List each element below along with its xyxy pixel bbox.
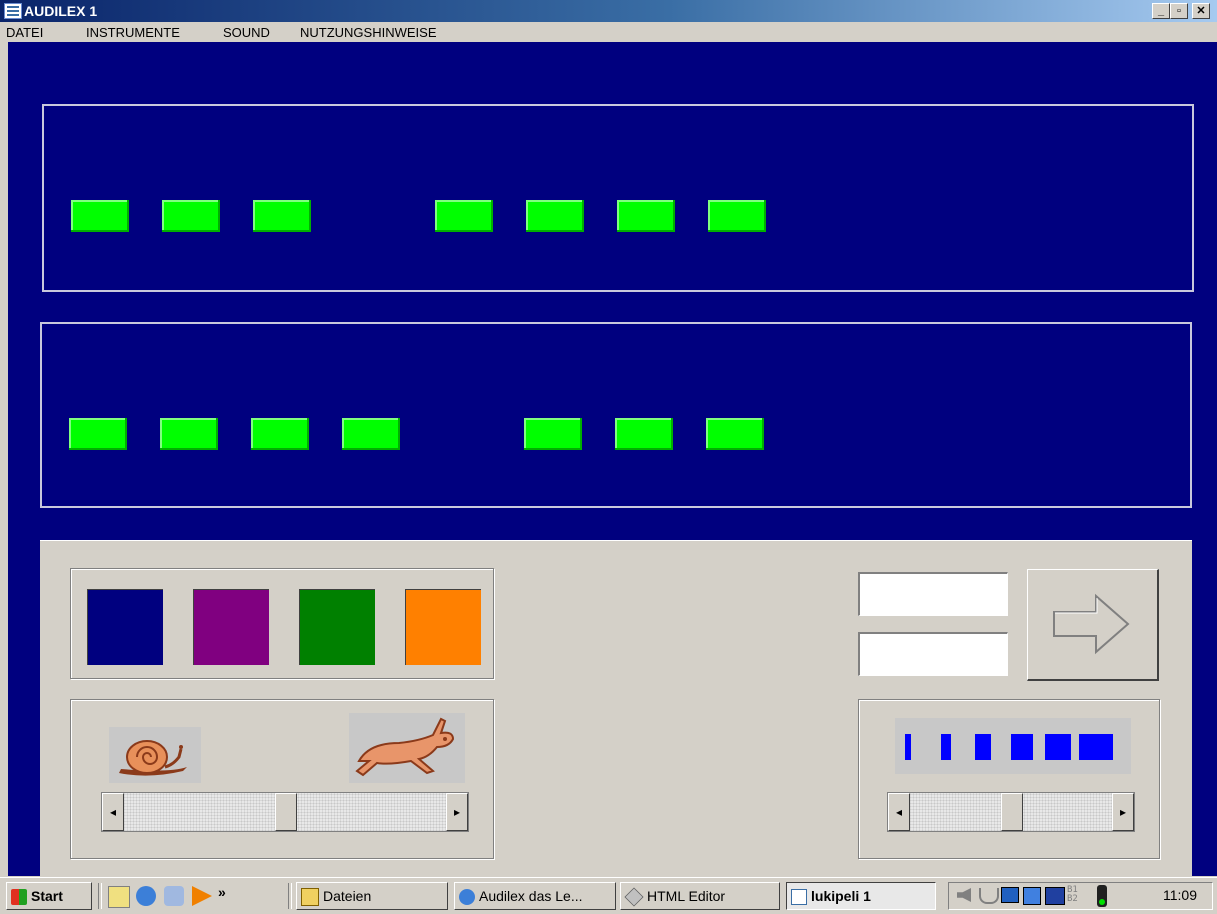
start-button[interactable]: Start	[6, 882, 92, 910]
color-swatch-orange[interactable]	[405, 589, 481, 665]
color-swatch-green[interactable]	[299, 589, 375, 665]
beat-block[interactable]	[706, 418, 764, 450]
ie-icon	[459, 889, 475, 906]
network-icon[interactable]	[979, 888, 999, 904]
b1-b2-indicator[interactable]: B1 B2	[1067, 886, 1089, 904]
color-swatch-purple[interactable]	[193, 589, 269, 665]
quicklaunch-overflow[interactable]: »	[218, 884, 226, 900]
taskbar-separator	[288, 883, 292, 909]
beat-block[interactable]	[435, 200, 493, 232]
menu-bar: DATEI INSTRUMENTE SOUND NUTZUNGSHINWEISE	[0, 22, 1217, 42]
control-panel: ◂ ▸ ◂ ▸	[40, 540, 1192, 877]
speed-slider-right-button[interactable]: ▸	[446, 793, 468, 831]
menu-datei[interactable]: DATEI	[6, 25, 43, 40]
length-mark-1	[905, 734, 911, 760]
length-indicator	[895, 718, 1131, 774]
taskbar-label: Audilex das Le...	[479, 888, 583, 904]
maximize-button[interactable]: ▫	[1170, 3, 1188, 19]
taskbar-button-html-editor[interactable]: HTML Editor	[620, 882, 780, 910]
speed-group: ◂ ▸	[70, 699, 494, 859]
length-mark-6	[1079, 734, 1113, 760]
length-mark-5	[1045, 734, 1071, 760]
clock: 11:09	[1163, 887, 1197, 903]
beat-block[interactable]	[524, 418, 582, 450]
beat-block[interactable]	[617, 200, 675, 232]
length-mark-3	[975, 734, 991, 760]
ie-icon[interactable]	[136, 886, 156, 906]
length-mark-4	[1011, 734, 1033, 760]
color-group	[70, 568, 494, 679]
isdn-icon[interactable]	[1045, 887, 1065, 905]
color-swatch-blue[interactable]	[87, 589, 163, 665]
windows-logo-icon	[11, 889, 27, 906]
taskbar-button-lukipeli[interactable]: lukipeli 1	[786, 882, 936, 910]
length-mark-2	[941, 734, 951, 760]
rabbit-icon	[349, 713, 465, 783]
speed-slider-left-button[interactable]: ◂	[102, 793, 124, 831]
beat-block[interactable]	[251, 418, 309, 450]
traffic-light-icon[interactable]	[1097, 885, 1107, 907]
speed-slider[interactable]: ◂ ▸	[101, 792, 469, 832]
menu-instrumente[interactable]: INSTRUMENTE	[86, 25, 180, 40]
beat-block[interactable]	[615, 418, 673, 450]
quicklaunch-app-icon[interactable]	[164, 886, 184, 906]
taskbar-button-audilex[interactable]: Audilex das Le...	[454, 882, 616, 910]
title-bar[interactable]: AUDILEX 1 _ ▫ ✕	[0, 0, 1217, 22]
volume-icon[interactable]	[957, 888, 971, 902]
taskbar-label: Dateien	[323, 888, 372, 904]
beat-block[interactable]	[253, 200, 311, 232]
beat-block[interactable]	[526, 200, 584, 232]
length-slider-thumb[interactable]	[1001, 793, 1023, 831]
media-player-icon[interactable]	[192, 886, 212, 906]
folder-search-icon	[301, 888, 319, 907]
start-label: Start	[31, 888, 63, 904]
length-slider-right-button[interactable]: ▸	[1112, 793, 1134, 831]
input-box-2[interactable]	[858, 632, 1008, 676]
beat-block[interactable]	[160, 418, 218, 450]
speed-slider-thumb[interactable]	[275, 793, 297, 831]
length-slider-left-button[interactable]: ◂	[888, 793, 910, 831]
taskbar: Start » Dateien Audilex das Le... HTML E…	[0, 877, 1217, 914]
taskbar-label: lukipeli 1	[811, 888, 871, 904]
beat-block[interactable]	[342, 418, 400, 450]
taskbar-button-dateien[interactable]: Dateien	[296, 882, 448, 910]
next-button[interactable]	[1027, 569, 1159, 681]
app-icon	[4, 3, 22, 19]
input-box-1[interactable]	[858, 572, 1008, 616]
beat-block[interactable]	[69, 418, 127, 450]
close-button[interactable]: ✕	[1192, 3, 1210, 19]
monitor-icon[interactable]	[1001, 887, 1019, 903]
beat-block[interactable]	[162, 200, 220, 232]
beat-block[interactable]	[71, 200, 129, 232]
taskbar-separator	[98, 883, 102, 909]
quicklaunch-notes-icon[interactable]	[108, 886, 130, 908]
app-window-icon	[791, 889, 807, 906]
beat-block[interactable]	[708, 200, 766, 232]
right-arrow-icon	[1053, 593, 1130, 655]
snail-icon	[109, 727, 201, 783]
taskbar-label: HTML Editor	[647, 888, 726, 904]
menu-nutzungshinweise[interactable]: NUTZUNGSHINWEISE	[300, 25, 437, 40]
system-tray: B1 B2 11:09	[948, 882, 1213, 910]
length-slider[interactable]: ◂ ▸	[887, 792, 1135, 832]
minimize-button[interactable]: _	[1152, 3, 1170, 19]
rhythm-panel-2	[40, 322, 1192, 508]
display-settings-icon[interactable]	[1023, 887, 1041, 905]
html-editor-icon	[624, 887, 644, 907]
rhythm-panel-1	[42, 104, 1194, 292]
window-title: AUDILEX 1	[24, 3, 98, 19]
menu-sound[interactable]: SOUND	[223, 25, 270, 40]
length-group: ◂ ▸	[858, 699, 1160, 859]
